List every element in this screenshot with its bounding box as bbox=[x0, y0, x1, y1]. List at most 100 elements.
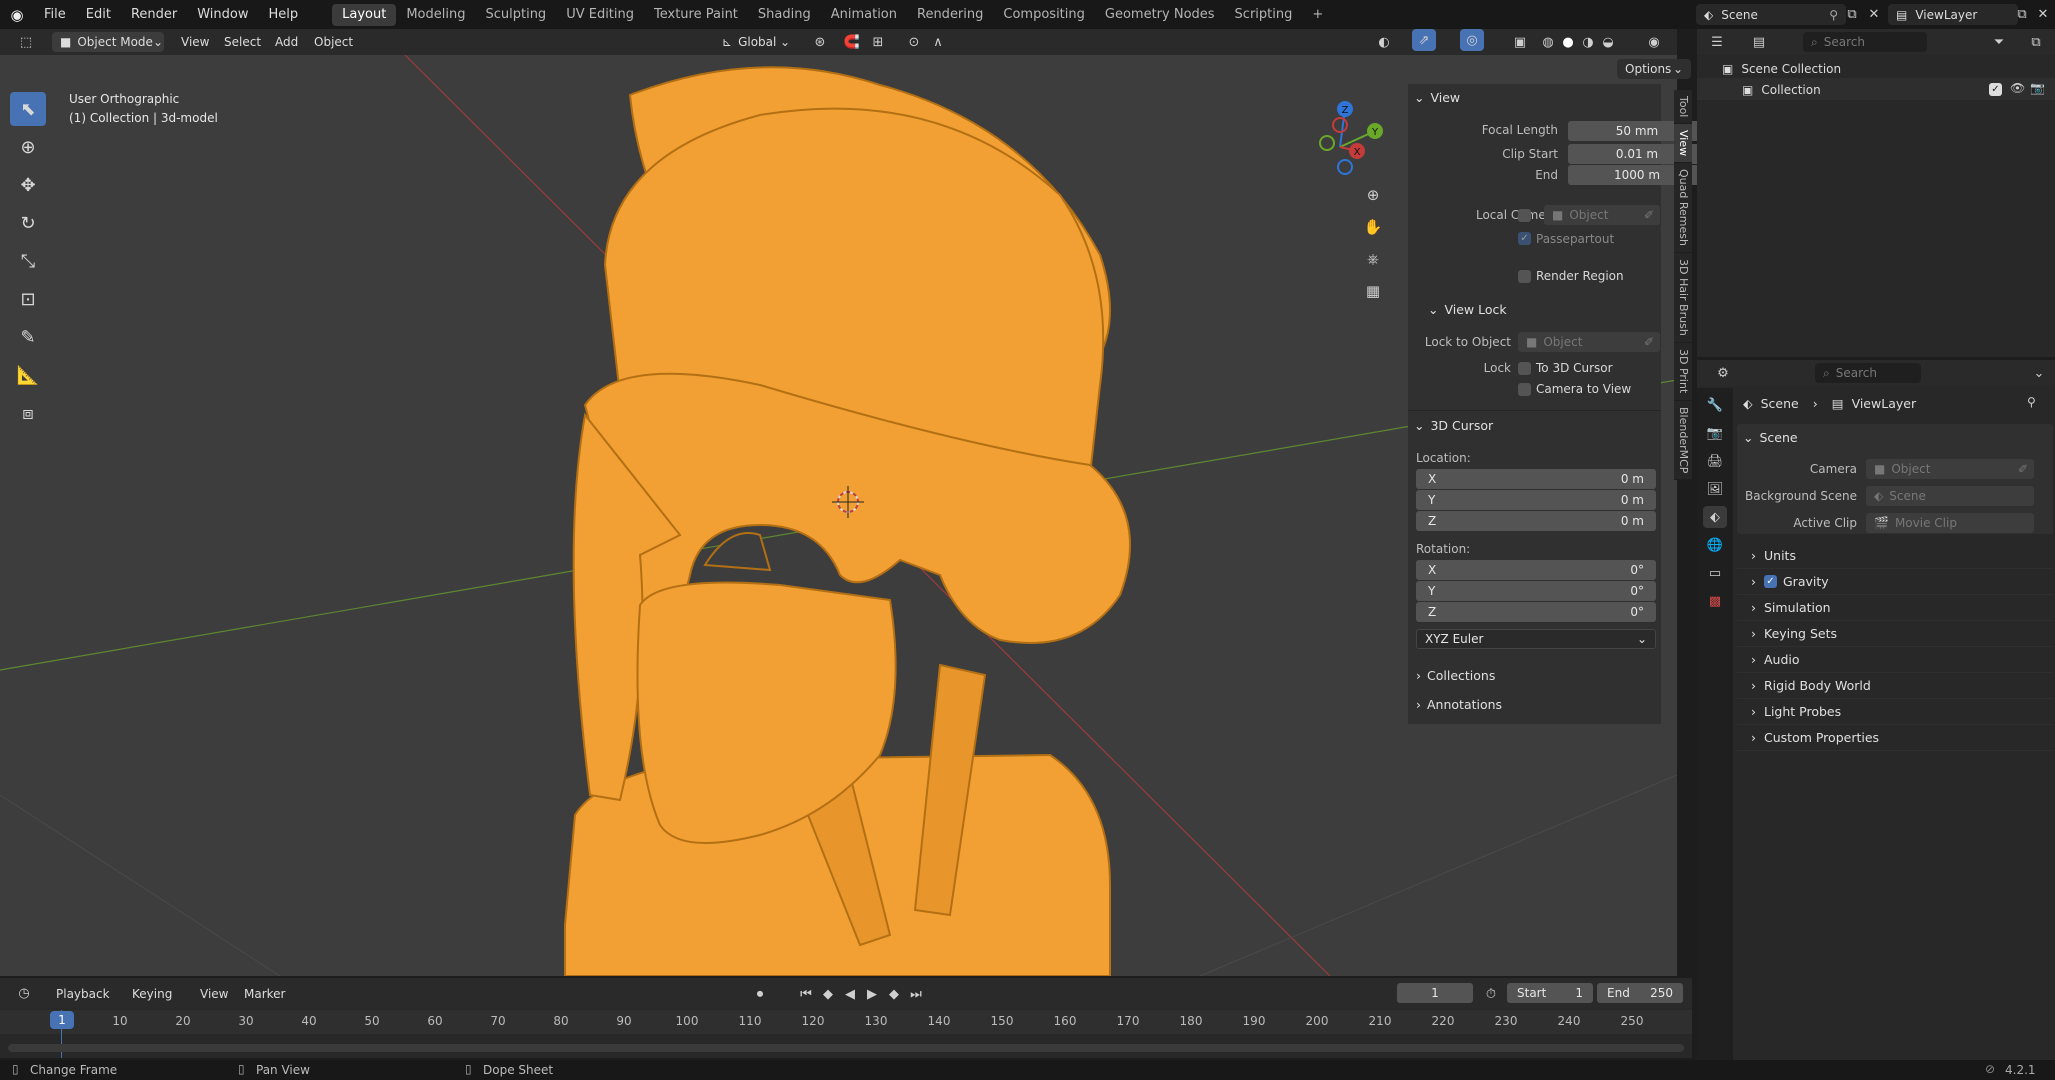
tab-view[interactable]: View bbox=[1674, 124, 1692, 164]
next-keyframe-icon[interactable]: ◆ bbox=[882, 983, 906, 1005]
cursor-rotation-x-field[interactable]: X 0° bbox=[1416, 560, 1656, 580]
editor-type-icon[interactable]: ⬚ bbox=[14, 31, 38, 53]
jump-start-icon[interactable]: ⏮ bbox=[794, 983, 818, 1005]
pin-icon[interactable]: ⚲ bbox=[2027, 395, 2036, 409]
new-scene-icon[interactable]: ⧉ bbox=[1840, 3, 1864, 25]
tab-tool[interactable]: Tool bbox=[1674, 90, 1692, 125]
gizmo-toggle-icon[interactable]: ⇗ bbox=[1412, 29, 1436, 51]
new-collection-icon[interactable]: ⧉ bbox=[2024, 31, 2048, 53]
tab-animation[interactable]: Animation bbox=[821, 4, 907, 26]
measure-icon[interactable]: 📐 bbox=[10, 358, 46, 392]
tab-texture-paint[interactable]: Texture Paint bbox=[644, 4, 748, 26]
playhead[interactable]: 1 bbox=[50, 1011, 74, 1029]
tab-layout[interactable]: Layout bbox=[332, 3, 397, 26]
cursor-tool-icon[interactable]: ⊕ bbox=[10, 130, 46, 164]
texture-tab-icon[interactable]: ▩ bbox=[1703, 590, 1727, 612]
end-frame-field[interactable]: End 250 bbox=[1597, 983, 1683, 1003]
filter-icon[interactable]: ⏷ bbox=[1987, 31, 2011, 53]
snap-target-icon[interactable]: ⊞ bbox=[866, 31, 890, 53]
menu-help[interactable]: Help bbox=[259, 0, 309, 29]
tab-shading[interactable]: Shading bbox=[748, 4, 821, 26]
cursor-location-z-field[interactable]: Z 0 m bbox=[1416, 511, 1656, 531]
xray-icon[interactable]: ▣ bbox=[1508, 31, 1532, 53]
outliner-collection[interactable]: ▣ Collection bbox=[1742, 83, 1821, 97]
camera-to-view-checkbox[interactable] bbox=[1518, 383, 1531, 396]
pan-hand-icon[interactable]: ✋ bbox=[1361, 216, 1385, 238]
start-frame-field[interactable]: Start 1 bbox=[1507, 983, 1593, 1003]
pivot-icon[interactable]: ⊛ bbox=[808, 31, 832, 53]
menu-edit[interactable]: Edit bbox=[76, 0, 121, 29]
cursor-rotation-z-field[interactable]: Z 0° bbox=[1416, 602, 1656, 622]
panel-gravity[interactable]: › ✓ Gravity bbox=[1737, 569, 2053, 595]
tab-geometry-nodes[interactable]: Geometry Nodes bbox=[1095, 4, 1225, 26]
panel-units[interactable]: › Units bbox=[1737, 543, 2053, 569]
lock-object-field[interactable]: ■ Object ✐ bbox=[1518, 332, 1660, 352]
visibility-icon[interactable]: ◐ bbox=[1372, 31, 1396, 53]
output-tab-icon[interactable]: 🖨 bbox=[1703, 450, 1727, 472]
jump-end-icon[interactable]: ⏭ bbox=[904, 983, 928, 1005]
menu-render[interactable]: Render bbox=[121, 0, 187, 29]
overlay-toggle-icon[interactable]: ◎ bbox=[1460, 29, 1484, 51]
cursor-location-y-field[interactable]: Y 0 m bbox=[1416, 490, 1656, 510]
tab-uv-editing[interactable]: UV Editing bbox=[556, 4, 644, 26]
timeline-scrollbar[interactable] bbox=[8, 1044, 1684, 1052]
panel-light-probes[interactable]: › Light Probes bbox=[1737, 699, 2053, 725]
panel-keying-sets[interactable]: › Keying Sets bbox=[1737, 621, 2053, 647]
timeline-ruler[interactable]: 10 20 30 40 50 60 70 80 90 100 110 120 1… bbox=[0, 1010, 1692, 1034]
play-icon[interactable]: ▶ bbox=[860, 983, 884, 1005]
tool-tab-icon[interactable]: 🔧 bbox=[1703, 394, 1727, 416]
eyedropper-icon[interactable]: ✐ bbox=[1644, 208, 1654, 222]
viewport-menu-object[interactable]: Object bbox=[314, 35, 353, 49]
navigation-gizmo[interactable]: Z Y X bbox=[1295, 95, 1385, 185]
tab-compositing[interactable]: Compositing bbox=[993, 4, 1095, 26]
scene-tab-icon[interactable]: ⬖ bbox=[1703, 506, 1727, 528]
tab-modeling[interactable]: Modeling bbox=[396, 4, 475, 26]
active-clip-field[interactable]: 🎬 Movie Clip bbox=[1866, 513, 2034, 533]
eyedropper-icon[interactable]: ✐ bbox=[2018, 462, 2028, 476]
tab-rendering[interactable]: Rendering bbox=[907, 4, 993, 26]
tab-3d-print[interactable]: 3D Print bbox=[1674, 343, 1692, 401]
world-tab-icon[interactable]: 🌐 bbox=[1703, 534, 1727, 556]
scene-panel-header[interactable]: ⌄ Scene bbox=[1743, 430, 1798, 445]
cursor-rotation-y-field[interactable]: Y 0° bbox=[1416, 581, 1656, 601]
viewlayer-selector[interactable]: ▤ ViewLayer bbox=[1888, 4, 2018, 25]
local-camera-object-field[interactable]: ■ Object ✐ bbox=[1544, 205, 1660, 225]
section-view[interactable]: ⌄ View bbox=[1414, 90, 1460, 105]
collection-tab-icon[interactable]: ▭ bbox=[1703, 562, 1727, 584]
move-icon[interactable]: ✥ bbox=[10, 168, 46, 202]
delete-scene-icon[interactable]: ✕ bbox=[1862, 3, 1886, 25]
panel-rigid-body-world[interactable]: › Rigid Body World bbox=[1737, 673, 2053, 699]
tab-quad-remesh[interactable]: Quad Remesh bbox=[1674, 163, 1692, 254]
add-cube-icon[interactable]: ⧈ bbox=[10, 396, 46, 430]
view-layer-tab-icon[interactable]: 🖼 bbox=[1703, 478, 1727, 500]
tab-scripting[interactable]: Scripting bbox=[1225, 4, 1303, 26]
add-workspace-button[interactable]: + bbox=[1302, 4, 1333, 26]
rotate-icon[interactable]: ↻ bbox=[10, 206, 46, 240]
section-view-lock[interactable]: ⌄ View Lock bbox=[1428, 302, 1507, 317]
shading-rendered-icon[interactable]: ◒ bbox=[1596, 31, 1620, 53]
eye-icon[interactable]: 👁 bbox=[2010, 81, 2025, 95]
zoom-icon[interactable]: ⊕ bbox=[1361, 184, 1385, 206]
viewport-menu-add[interactable]: Add bbox=[275, 35, 298, 49]
lock-to-cursor-checkbox[interactable] bbox=[1518, 362, 1531, 375]
proportional-edit-icon[interactable]: ⊙ bbox=[902, 31, 926, 53]
options-dropdown[interactable]: Options ⌄ bbox=[1617, 59, 1691, 79]
tab-sculpting[interactable]: Sculpting bbox=[475, 4, 556, 26]
play-reverse-icon[interactable]: ◀ bbox=[838, 983, 862, 1005]
chevron-down-icon[interactable]: ⌄ bbox=[2027, 362, 2051, 384]
camera-field[interactable]: ■ Object ✐ bbox=[1866, 459, 2034, 479]
properties-search-input[interactable]: ⌕ Search bbox=[1815, 363, 1921, 383]
section-collections[interactable]: › Collections bbox=[1416, 668, 1495, 683]
pin-icon[interactable]: ⚲ bbox=[1829, 8, 1838, 22]
render-tab-icon[interactable]: 📷 bbox=[1703, 422, 1727, 444]
rotation-mode-select[interactable]: XYZ Euler ⌄ bbox=[1416, 629, 1656, 649]
preview-range-icon[interactable]: ⏱ bbox=[1479, 983, 1503, 1005]
delete-viewlayer-icon[interactable]: ✕ bbox=[2031, 3, 2055, 25]
tab-blendermcp[interactable]: BlenderMCP bbox=[1674, 401, 1692, 480]
scene-selector[interactable]: ⬖ Scene ⚲ bbox=[1696, 4, 1846, 25]
falloff-icon[interactable]: ∧ bbox=[926, 31, 950, 53]
blender-logo-icon[interactable]: ◉ bbox=[0, 6, 34, 24]
snap-icon[interactable]: 🧲 bbox=[840, 31, 864, 53]
section-annotations[interactable]: › Annotations bbox=[1416, 697, 1502, 712]
mode-selector[interactable]: ■ Object Mode ⌄ bbox=[52, 32, 164, 52]
